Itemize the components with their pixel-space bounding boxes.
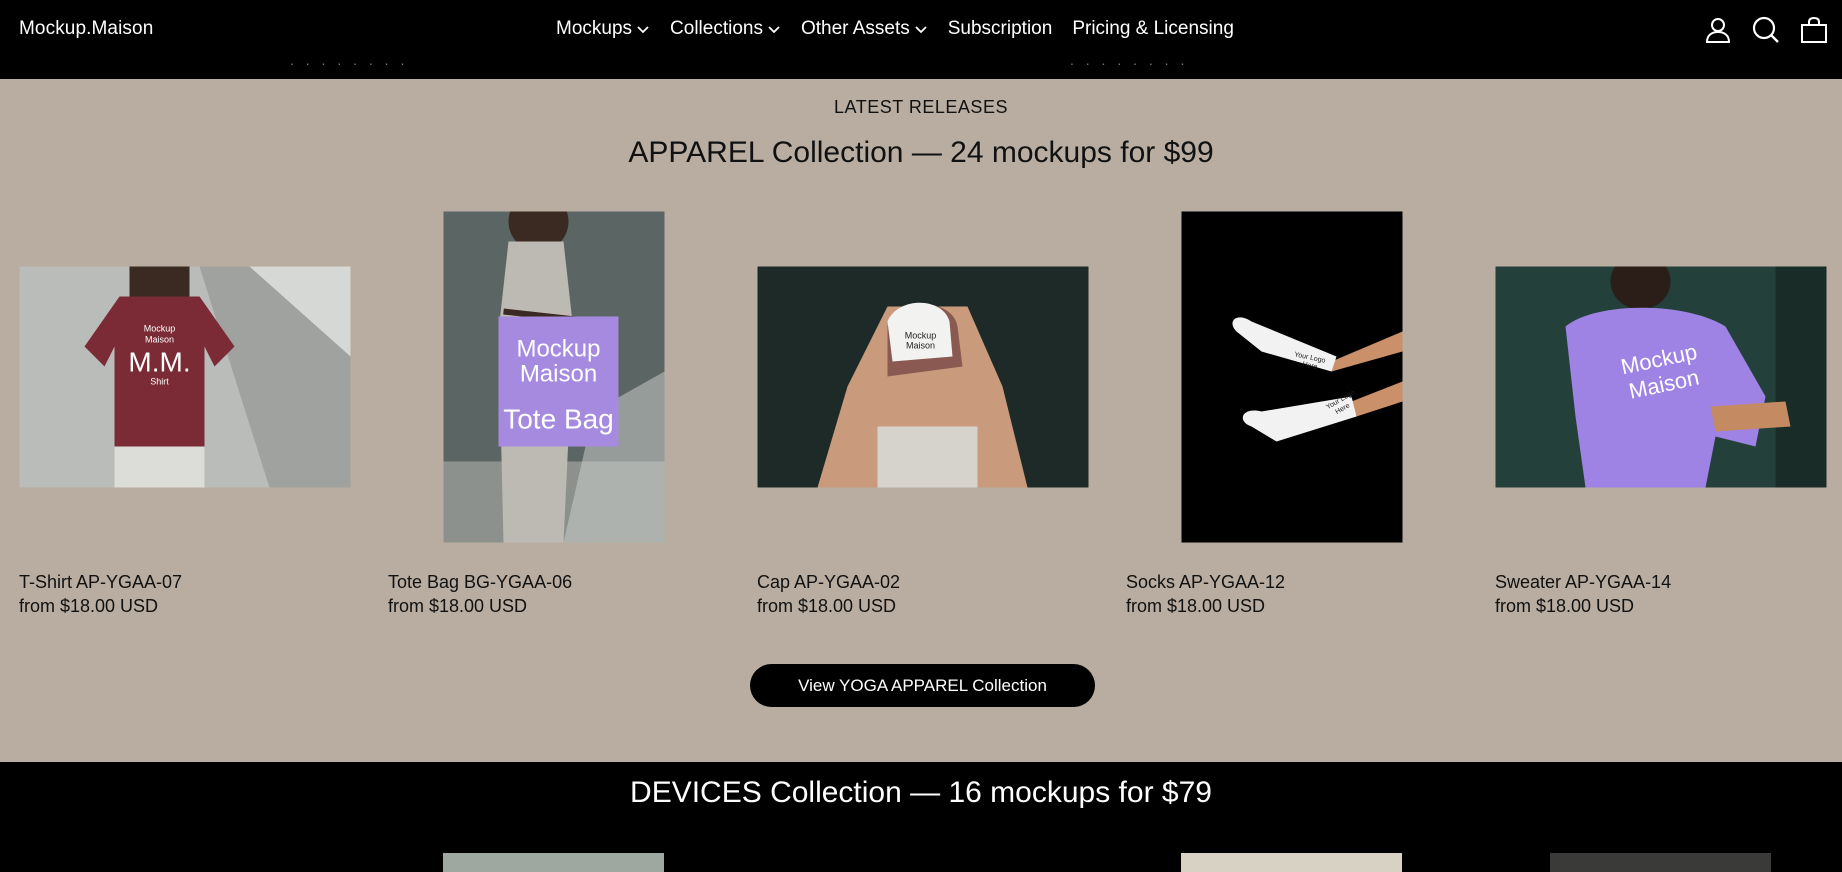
product-card[interactable]: Your Logo Here Your Logo Here Socks AP-Y… [1126,211,1457,618]
device-product-image[interactable] [1181,853,1402,872]
header-icons [1704,16,1828,44]
site-logo[interactable]: Mockup.Maison [19,18,153,40]
nav-item-label: Collections [670,18,763,39]
chevron-down-icon [768,26,780,34]
device-product-image[interactable] [1550,853,1771,872]
svg-text:Tote Bag: Tote Bag [503,403,614,434]
product-price: from $18.00 USD [388,596,528,616]
cart-icon[interactable] [1800,16,1828,44]
product-card[interactable]: Mockup Maison Cap AP-YGAA-02 from $18.00… [757,211,1088,618]
product-name[interactable]: Socks AP-YGAA-12 [1126,570,1457,594]
product-name[interactable]: Sweater AP-YGAA-14 [1495,570,1826,594]
main-nav: Mockups Collections Other Assets Subscri… [556,18,1234,40]
product-image-socks[interactable]: Your Logo Here Your Logo Here [1181,211,1402,542]
svg-text:Maison: Maison [905,340,934,350]
svg-text:Shirt: Shirt [150,376,169,386]
product-price: from $18.00 USD [757,596,897,616]
chevron-down-icon [637,26,649,34]
product-price: from $18.00 USD [19,596,159,616]
nav-item-label: Mockups [556,18,633,39]
svg-text:M.M.: M.M. [128,346,190,377]
svg-text:Maison: Maison [144,334,173,344]
account-icon[interactable] [1704,16,1732,44]
nav-item-label: Pricing & Licensing [1072,18,1234,39]
nav-item-label: Subscription [947,18,1053,39]
product-image-sweater[interactable]: Mockup Maison [1495,266,1826,487]
product-card[interactable]: Mockup Maison Tote Bag Tote Bag BG-YGAA-… [388,211,719,618]
product-card[interactable]: Mockup Maison Sweater AP-YGAA-14 from $1… [1495,211,1826,618]
section-title: DEVICES Collection — 16 mockups for $79 [630,776,1212,809]
nav-item-mockups[interactable]: Mockups [556,18,650,40]
nav-item-label: Other Assets [800,18,910,39]
devices-section: DEVICES Collection — 16 mockups for $79 [0,762,1842,872]
scrolled-content-edge: . . . . . . . . . . . . . . . . [290,52,1189,66]
product-image-cap[interactable]: Mockup Maison [757,266,1088,487]
svg-text:Mockup: Mockup [143,323,175,333]
nav-item-pricing-licensing[interactable]: Pricing & Licensing [1072,18,1234,40]
section-title: APPAREL Collection — 24 mockups for $99 [628,136,1214,169]
product-name[interactable]: Cap AP-YGAA-02 [757,570,1088,594]
product-image-tshirt[interactable]: Mockup Maison M.M. Shirt [19,266,350,487]
svg-text:Mockup: Mockup [516,335,600,362]
search-icon[interactable] [1752,16,1780,44]
nav-item-collections[interactable]: Collections [670,18,781,40]
nav-item-subscription[interactable]: Subscription [948,18,1053,40]
site-header: Mockup.Maison Mockups Collections Other … [0,0,1842,79]
device-product-image[interactable] [443,853,664,872]
view-collection-button[interactable]: View YOGA APPAREL Collection [750,664,1095,707]
product-image-tote-bag[interactable]: Mockup Maison Tote Bag [443,211,664,542]
svg-text:Mockup: Mockup [904,330,936,340]
product-name[interactable]: Tote Bag BG-YGAA-06 [388,570,719,594]
svg-text:Maison: Maison [519,360,596,387]
section-eyebrow: LATEST RELEASES [834,97,1008,117]
nav-item-other-assets[interactable]: Other Assets [801,18,928,40]
product-price: from $18.00 USD [1126,596,1266,616]
chevron-down-icon [915,26,927,34]
product-price: from $18.00 USD [1495,596,1635,616]
product-name[interactable]: T-Shirt AP-YGAA-07 [19,570,350,594]
product-card[interactable]: Mockup Maison M.M. Shirt T-Shirt AP-YGAA… [19,211,350,618]
